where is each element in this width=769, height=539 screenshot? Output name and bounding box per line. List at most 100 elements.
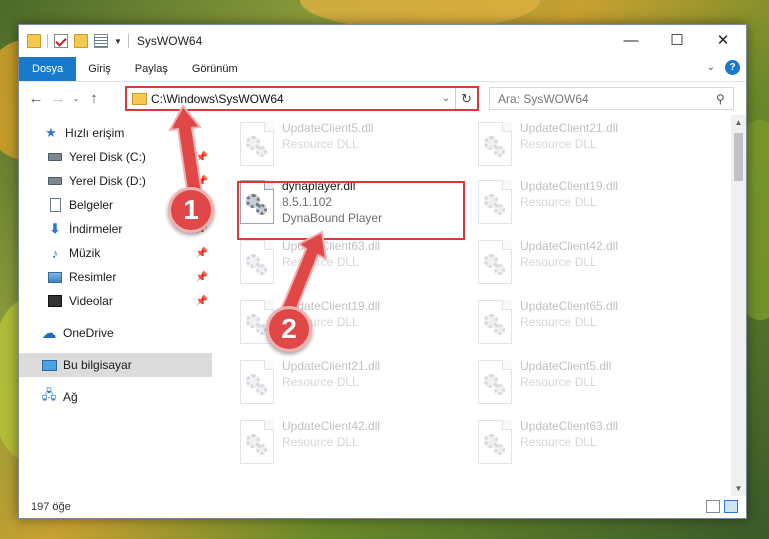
new-folder-icon[interactable] (74, 34, 88, 48)
file-tile[interactable]: UpdateClient5.dll Resource DLL (234, 119, 464, 175)
expand-ribbon-icon[interactable]: ⌄ (707, 62, 715, 73)
sidebar-item-music[interactable]: ♪ Müzik 📌 (19, 241, 212, 265)
sidebar-item-pictures[interactable]: Resimler 📌 (19, 265, 212, 289)
tab-view[interactable]: Görünüm (180, 57, 250, 81)
file-highlight-box (237, 181, 465, 240)
toolbar-divider (47, 34, 48, 48)
callout-step-1: 1 (168, 187, 214, 233)
file-type: Resource DLL (282, 375, 359, 389)
forward-button[interactable]: → (47, 90, 69, 107)
file-tile[interactable]: UpdateClient63.dll Resource DLL (472, 417, 702, 473)
documents-icon (47, 197, 63, 213)
dll-file-icon (478, 300, 512, 344)
file-name: UpdateClient19.dll (520, 179, 619, 193)
sidebar-item-label: Hızlı erişim (65, 126, 125, 140)
file-tile[interactable]: UpdateClient5.dll Resource DLL (472, 357, 702, 413)
navigation-bar: ← → ⌄ ↑ C:\Windows\SysWOW64 ⌄ ↻ Ara: Sys… (19, 81, 746, 115)
chevron-down-icon[interactable]: ▼ (114, 37, 122, 46)
file-type: Resource DLL (282, 137, 359, 151)
sidebar-item-label: Resimler (69, 270, 117, 284)
file-tile[interactable]: UpdateClient42.dll Resource DLL (234, 417, 464, 473)
main-body: ★ Hızlı erişim Yerel Disk (C:) 📌 Yerel D… (19, 115, 746, 496)
file-tile[interactable]: UpdateClient19.dll Resource DLL (472, 177, 702, 233)
sidebar-item-disk-c[interactable]: Yerel Disk (C:) 📌 (19, 145, 212, 169)
vertical-scrollbar[interactable]: ▲ ▼ (731, 115, 746, 496)
sidebar-item-label: Bu bilgisayar (63, 358, 132, 372)
pin-icon: 📌 (195, 271, 208, 283)
file-tile[interactable]: UpdateClient63.dll Resource DLL (234, 237, 464, 293)
file-tile[interactable]: UpdateClient42.dll Resource DLL (472, 237, 702, 293)
window-title: SysWOW64 (136, 34, 203, 48)
pin-icon: 📌 (195, 175, 208, 187)
status-bar: 197 öğe (19, 496, 746, 518)
file-name: UpdateClient5.dll (520, 359, 612, 373)
sidebar-item-label: Yerel Disk (D:) (69, 174, 146, 188)
dll-file-icon (240, 122, 274, 166)
tab-share[interactable]: Paylaş (123, 57, 180, 81)
sidebar-item-onedrive[interactable]: ☁ OneDrive (19, 321, 212, 345)
address-path[interactable]: C:\Windows\SysWOW64 (151, 92, 437, 106)
properties-check-icon[interactable] (54, 34, 68, 48)
dll-file-icon (240, 360, 274, 404)
dll-file-icon (478, 180, 512, 224)
scroll-up-icon[interactable]: ▲ (731, 115, 746, 130)
drive-icon (47, 173, 63, 189)
refresh-button[interactable]: ↻ (455, 88, 477, 109)
file-name: UpdateClient21.dll (282, 359, 381, 373)
file-name: UpdateClient42.dll (520, 239, 619, 253)
search-placeholder[interactable]: Ara: SysWOW64 (498, 92, 589, 106)
dll-file-icon (478, 420, 512, 464)
scroll-thumb[interactable] (734, 133, 743, 181)
details-view-icon[interactable] (706, 500, 720, 513)
ribbon-tabs: Dosya Giriş Paylaş Görünüm ⌄ ? (19, 57, 746, 81)
downloads-icon: ⬇ (49, 221, 61, 236)
window-controls: — ☐ ✕ (608, 25, 746, 55)
search-icon[interactable]: ⚲ (716, 92, 725, 106)
file-type: Resource DLL (520, 315, 597, 329)
tab-file[interactable]: Dosya (19, 57, 77, 81)
title-bar: ▼ SysWOW64 — ☐ ✕ (19, 25, 746, 57)
file-tile[interactable]: UpdateClient21.dll Resource DLL (234, 357, 464, 413)
callout-step-2: 2 (266, 306, 312, 352)
sidebar-item-this-pc[interactable]: Bu bilgisayar (19, 353, 212, 377)
navigation-pane: ★ Hızlı erişim Yerel Disk (C:) 📌 Yerel D… (19, 115, 212, 496)
file-type: Resource DLL (520, 195, 597, 209)
sidebar-item-label: İndirmeler (69, 222, 123, 236)
recent-locations-button[interactable]: ⌄ (69, 94, 83, 103)
file-tile[interactable]: UpdateClient65.dll Resource DLL (472, 297, 702, 353)
minimize-button[interactable]: — (608, 25, 654, 55)
sidebar-item-videos[interactable]: Videolar 📌 (19, 289, 212, 313)
file-tile[interactable]: UpdateClient21.dll Resource DLL (472, 119, 702, 175)
close-button[interactable]: ✕ (700, 25, 746, 55)
address-dropdown-icon[interactable]: ⌄ (437, 93, 455, 104)
dll-file-icon (240, 240, 274, 284)
address-bar[interactable]: C:\Windows\SysWOW64 ⌄ ↻ (125, 86, 479, 111)
videos-icon (47, 293, 63, 309)
file-list: UpdateClient5.dll Resource DLL dynaplayer… (234, 115, 731, 496)
help-icon[interactable]: ? (725, 60, 740, 75)
dll-file-icon (478, 122, 512, 166)
file-name: UpdateClient5.dll (282, 121, 374, 135)
file-name: UpdateClient63.dll (282, 239, 381, 253)
file-name: UpdateClient21.dll (520, 121, 619, 135)
music-icon: ♪ (51, 245, 59, 261)
customize-toolbar-icon[interactable] (94, 34, 108, 48)
toolbar-divider (127, 34, 129, 48)
file-name: UpdateClient65.dll (520, 299, 619, 313)
back-button[interactable]: ← (25, 90, 47, 107)
item-count: 197 öğe (31, 501, 71, 513)
scroll-down-icon[interactable]: ▼ (731, 481, 746, 496)
tab-home[interactable]: Giriş (76, 57, 123, 81)
tiles-view-icon[interactable] (724, 500, 738, 513)
sidebar-item-network[interactable]: 🖧 Ağ (19, 385, 212, 409)
folder-icon (27, 34, 41, 48)
sidebar-item-label: Videolar (69, 294, 113, 308)
pin-icon: 📌 (195, 151, 208, 163)
file-type: Resource DLL (520, 137, 597, 151)
search-box[interactable]: Ara: SysWOW64 ⚲ (489, 87, 734, 110)
up-button[interactable]: ↑ (83, 90, 105, 107)
maximize-button[interactable]: ☐ (654, 25, 700, 55)
view-buttons (706, 500, 738, 513)
sidebar-item-quick-access[interactable]: ★ Hızlı erişim (19, 121, 212, 145)
pictures-icon (47, 269, 63, 285)
